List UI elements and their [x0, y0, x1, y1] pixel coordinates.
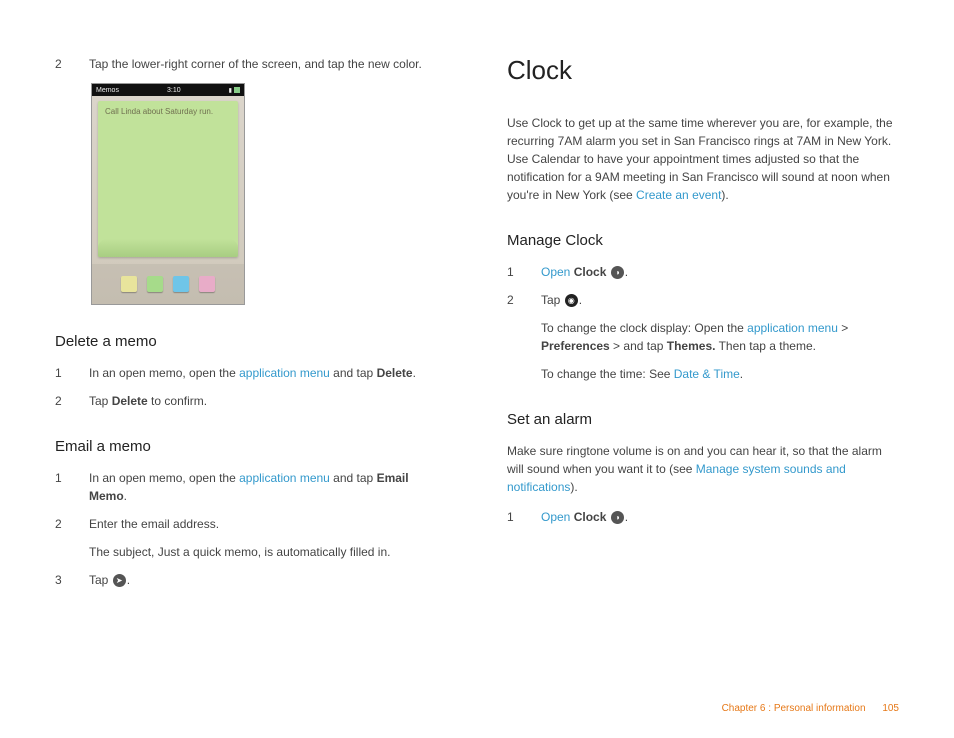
- step-text: Tap the lower-right corner of the screen…: [89, 55, 447, 73]
- left-column: 2 Tap the lower-right corner of the scre…: [55, 55, 447, 680]
- link-application-menu[interactable]: application menu: [239, 471, 330, 485]
- color-chip-blue: [173, 276, 189, 292]
- step-text: Tap ➤.: [89, 571, 447, 589]
- step-text: In an open memo, open the application me…: [89, 364, 447, 382]
- bold-themes: Themes.: [667, 339, 716, 353]
- step-row: 2 Tap the lower-right corner of the scre…: [55, 55, 447, 73]
- phone-app-name: Memos: [96, 87, 119, 94]
- step-row: 2 Enter the email address.: [55, 515, 447, 533]
- clock-icon: ◑: [611, 266, 624, 279]
- step-number: 2: [55, 515, 65, 533]
- step-subtext: The subject, Just a quick memo, is autom…: [89, 543, 447, 561]
- battery-icon: [234, 87, 240, 93]
- step-text: Open Clock ◑.: [541, 508, 899, 526]
- memo-note: Call Linda about Saturday run.: [98, 101, 238, 257]
- heading-delete-memo: Delete a memo: [55, 333, 447, 350]
- alarm-intro: Make sure ringtone volume is on and you …: [507, 442, 899, 496]
- color-tray: [92, 264, 244, 304]
- step-row: 1 Open Clock ◑.: [507, 263, 899, 281]
- step-subtext: To change the clock display: Open the ap…: [541, 319, 899, 355]
- step-row: 1 In an open memo, open the application …: [55, 469, 447, 505]
- step-text: Open Clock ◑.: [541, 263, 899, 281]
- heading-manage-clock: Manage Clock: [507, 232, 899, 249]
- clock-icon: ◑: [611, 511, 624, 524]
- step-text: Enter the email address.: [89, 515, 447, 533]
- step-row: 1 In an open memo, open the application …: [55, 364, 447, 382]
- phone-status-bar: Memos 3:10 ▮: [92, 84, 244, 96]
- footer-chapter: Chapter 6 : Personal information: [722, 703, 866, 714]
- step-number: 2: [507, 291, 517, 309]
- step-number: 1: [507, 263, 517, 281]
- bold-preferences: Preferences: [541, 339, 610, 353]
- link-application-menu[interactable]: application menu: [747, 321, 838, 335]
- link-date-time[interactable]: Date & Time: [674, 367, 740, 381]
- settings-circle-icon: ◉: [565, 294, 578, 307]
- step-number: 1: [55, 364, 65, 382]
- right-column: Clock Use Clock to get up at the same ti…: [507, 55, 899, 680]
- clock-intro: Use Clock to get up at the same time whe…: [507, 114, 899, 204]
- link-create-event[interactable]: Create an event: [636, 188, 721, 202]
- bold-delete: Delete: [112, 394, 148, 408]
- send-icon: ➤: [113, 574, 126, 587]
- bold-clock: Clock: [574, 265, 607, 279]
- memo-note-text: Call Linda about Saturday run.: [98, 101, 238, 122]
- step-number: 3: [55, 571, 65, 589]
- page-footer: Chapter 6 : Personal information 105: [722, 703, 899, 714]
- phone-status-icons: ▮: [229, 87, 240, 94]
- step-row: 2 Tap Delete to confirm.: [55, 392, 447, 410]
- step-number: 2: [55, 55, 65, 73]
- step-row: 3 Tap ➤.: [55, 571, 447, 589]
- bold-clock: Clock: [574, 510, 607, 524]
- heading-set-alarm: Set an alarm: [507, 411, 899, 428]
- heading-clock: Clock: [507, 55, 899, 86]
- step-text: Tap ◉.: [541, 291, 899, 309]
- signal-icon: ▮: [229, 87, 232, 94]
- footer-page: 105: [882, 703, 899, 714]
- heading-email-memo: Email a memo: [55, 438, 447, 455]
- step-number: 1: [55, 469, 65, 505]
- link-open[interactable]: Open: [541, 510, 570, 524]
- bold-delete: Delete: [377, 366, 413, 380]
- step-row: 2 Tap ◉.: [507, 291, 899, 309]
- step-text: Tap Delete to confirm.: [89, 392, 447, 410]
- phone-screenshot: Memos 3:10 ▮ Call Linda about Saturday r…: [91, 83, 245, 305]
- color-chip-pink: [199, 276, 215, 292]
- step-row: 1 Open Clock ◑.: [507, 508, 899, 526]
- color-chip-yellow: [121, 276, 137, 292]
- phone-time: 3:10: [167, 87, 181, 94]
- step-text: In an open memo, open the application me…: [89, 469, 447, 505]
- link-application-menu[interactable]: application menu: [239, 366, 330, 380]
- color-chip-green: [147, 276, 163, 292]
- step-subtext: To change the time: See Date & Time.: [541, 365, 899, 383]
- page-columns: 2 Tap the lower-right corner of the scre…: [55, 55, 899, 680]
- step-number: 2: [55, 392, 65, 410]
- step-number: 1: [507, 508, 517, 526]
- memo-note-fold: [98, 227, 238, 257]
- link-open[interactable]: Open: [541, 265, 570, 279]
